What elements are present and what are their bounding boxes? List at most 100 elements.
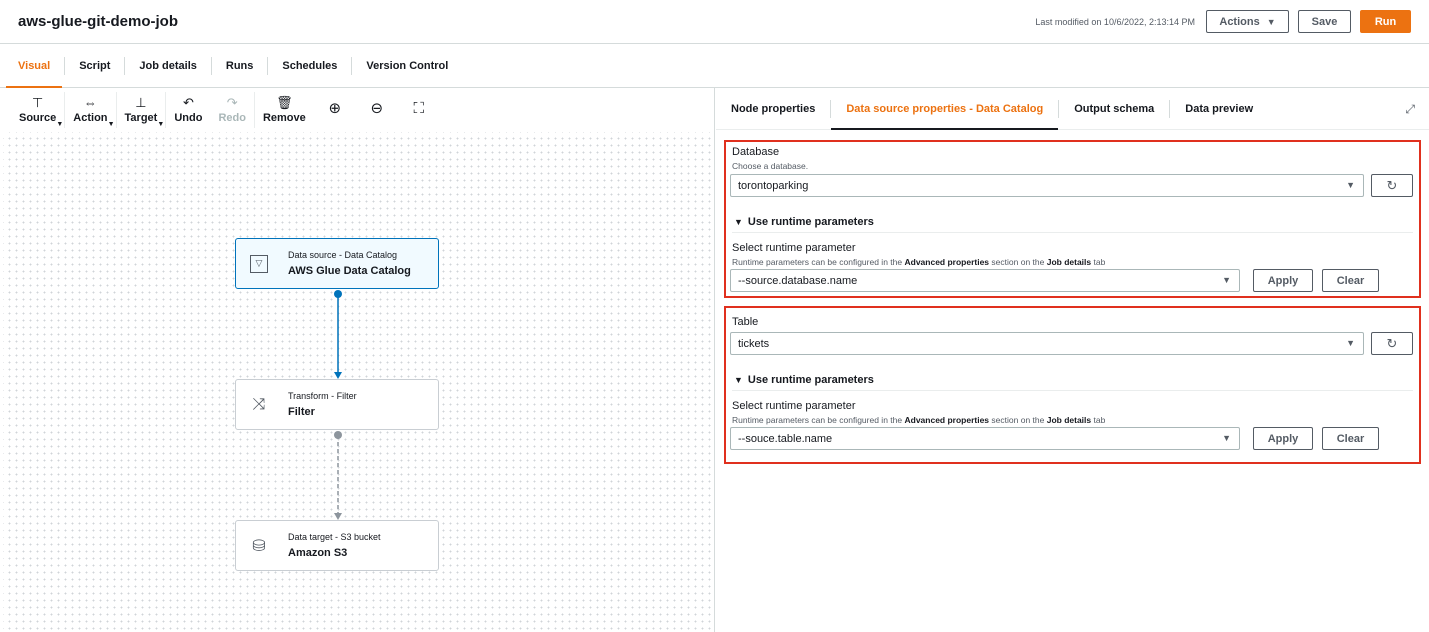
edge-arrowhead — [334, 513, 342, 520]
redo-label: Redo — [218, 112, 246, 124]
header-actions: Last modified on 10/6/2022, 2:13:14 PM A… — [1035, 10, 1411, 33]
caret-down-icon: ▼ — [1222, 275, 1231, 285]
database-runtime-toggle[interactable]: ▼ Use runtime parameters — [734, 216, 874, 228]
database-label: Database — [732, 146, 780, 158]
caret-down-icon: ▼ — [1266, 16, 1276, 27]
desc-text: section on the — [991, 415, 1045, 425]
table-param-select[interactable]: --souce.table.name ▼ — [730, 427, 1240, 450]
tab-visual[interactable]: Visual — [4, 56, 66, 88]
node-title: AWS Glue Data Catalog — [288, 265, 411, 277]
remove-label: Remove — [262, 112, 306, 124]
job-title: aws-glue-git-demo-job — [18, 13, 178, 30]
tab-data-source-properties[interactable]: Data source properties - Data Catalog — [831, 99, 1060, 130]
table-runtime-toggle[interactable]: ▼ Use runtime parameters — [734, 374, 874, 386]
redo-button[interactable]: ↷ Redo — [210, 92, 255, 128]
database-param-value: --source.database.name — [738, 274, 858, 287]
tab-job-details[interactable]: Job details — [125, 56, 212, 75]
node-subtitle: Data source - Data Catalog — [288, 250, 398, 260]
refresh-icon: ↻ — [1386, 335, 1398, 351]
refresh-icon: ↻ — [1386, 177, 1398, 193]
target-label: Target — [124, 112, 158, 124]
database-apply-button[interactable]: Apply — [1253, 269, 1313, 292]
tab-script[interactable]: Script — [65, 56, 126, 75]
desc-bold: Advanced properties — [904, 257, 990, 267]
action-icon: ⇔ — [83, 95, 97, 110]
table-param-value: --souce.table.name — [738, 432, 833, 445]
table-value: tickets — [738, 337, 770, 350]
table-apply-button[interactable]: Apply — [1253, 427, 1313, 450]
tab-schedules[interactable]: Schedules — [268, 56, 353, 75]
triangle-down-icon: ▼ — [734, 375, 743, 385]
desc-text: tab — [1093, 415, 1106, 425]
zoom-out-icon: ⊖ — [370, 100, 384, 117]
database-description: Choose a database. — [732, 161, 809, 171]
expand-icon[interactable]: ⤢ — [1405, 102, 1415, 117]
runtime-toggle-label: Use runtime parameters — [747, 374, 874, 386]
table-param-label: Select runtime parameter — [732, 400, 856, 412]
actions-button[interactable]: Actions ▼ — [1206, 10, 1289, 33]
editor-toolbar: ⊤ Source ▼ ⇔ Action ▼ ⊥ Target ▼ ↶ Undo … — [3, 88, 715, 132]
tab-data-preview[interactable]: Data preview — [1170, 100, 1268, 118]
table-clear-button[interactable]: Clear — [1322, 427, 1379, 450]
action-button[interactable]: ⇔ Action ▼ — [65, 92, 117, 128]
redo-icon: ↷ — [226, 95, 238, 110]
fit-screen-button[interactable]: ⛶ — [398, 92, 440, 128]
edge-start-dot — [334, 290, 342, 298]
database-param-select[interactable]: --source.database.name ▼ — [730, 269, 1240, 292]
caret-down-icon: ▼ — [1346, 338, 1355, 348]
node-transform-filter[interactable]: ⤨ Transform - Filter Filter — [235, 379, 439, 430]
zoom-out-button[interactable]: ⊖ — [356, 92, 398, 128]
job-tabs: Visual Script Job details Runs Schedules… — [0, 44, 1429, 88]
divider — [732, 232, 1413, 233]
run-button[interactable]: Run — [1360, 10, 1411, 33]
trash-icon: 🗑 — [276, 95, 293, 110]
visual-editor: ⊤ Source ▼ ⇔ Action ▼ ⊥ Target ▼ ↶ Undo … — [3, 88, 715, 632]
node-title: Filter — [288, 406, 315, 418]
desc-text: Runtime parameters can be configured in … — [732, 257, 903, 267]
database-section: Database Choose a database. torontoparki… — [724, 140, 1421, 298]
tab-output-schema[interactable]: Output schema — [1059, 99, 1171, 118]
save-button[interactable]: Save — [1298, 10, 1351, 33]
database-value: torontoparking — [738, 179, 809, 192]
bucket-icon: ⛁ — [252, 537, 266, 555]
properties-panel: Node properties Data source properties -… — [716, 88, 1429, 632]
database-refresh-button[interactable]: ↻ — [1371, 174, 1413, 197]
desc-text: section on the — [991, 257, 1045, 267]
tab-runs[interactable]: Runs — [212, 56, 269, 75]
caret-down-icon: ▼ — [1222, 433, 1231, 443]
target-icon: ⊥ — [135, 95, 147, 110]
database-param-description: Runtime parameters can be configured in … — [732, 257, 1105, 267]
database-select[interactable]: torontoparking ▼ — [730, 174, 1364, 197]
desc-bold: Job details — [1046, 415, 1092, 425]
undo-button[interactable]: ↶ Undo — [166, 92, 210, 128]
table-section: Table tickets ▼ ↻ ▼ Use runtime parameter… — [724, 306, 1421, 464]
actions-label: Actions — [1219, 15, 1260, 28]
runtime-toggle-label: Use runtime parameters — [747, 216, 874, 228]
shuffle-icon: ⤨ — [252, 395, 266, 413]
source-label: Source — [19, 112, 57, 124]
divider — [732, 390, 1413, 391]
caret-down-icon: ▼ — [107, 121, 115, 128]
table-select[interactable]: tickets ▼ — [730, 332, 1364, 355]
table-refresh-button[interactable]: ↻ — [1371, 332, 1413, 355]
graph-canvas[interactable]: ▽ Data source - Data Catalog AWS Glue Da… — [3, 132, 715, 632]
last-modified-text: Last modified on 10/6/2022, 2:13:14 PM — [1035, 16, 1195, 27]
zoom-in-button[interactable]: ⊕ — [314, 92, 356, 128]
fit-screen-icon: ⛶ — [413, 100, 424, 117]
remove-button[interactable]: 🗑 Remove — [255, 92, 314, 128]
node-data-target[interactable]: ⛁ Data target - S3 bucket Amazon S3 — [235, 520, 439, 571]
target-button[interactable]: ⊥ Target ▼ — [117, 92, 167, 128]
undo-icon: ↶ — [182, 95, 194, 110]
tab-node-properties[interactable]: Node properties — [716, 99, 832, 118]
table-param-description: Runtime parameters can be configured in … — [732, 415, 1105, 425]
desc-text: Runtime parameters can be configured in … — [732, 415, 903, 425]
triangle-down-icon: ▼ — [734, 217, 743, 227]
source-button[interactable]: ⊤ Source ▼ — [11, 92, 66, 128]
tab-version-control[interactable]: Version Control — [352, 57, 462, 75]
node-subtitle: Transform - Filter — [288, 391, 357, 401]
data-catalog-icon: ▽ — [250, 254, 268, 273]
database-clear-button[interactable]: Clear — [1322, 269, 1379, 292]
node-data-source[interactable]: ▽ Data source - Data Catalog AWS Glue Da… — [235, 238, 439, 289]
desc-bold: Advanced properties — [904, 415, 990, 425]
desc-bold: Job details — [1046, 257, 1092, 267]
